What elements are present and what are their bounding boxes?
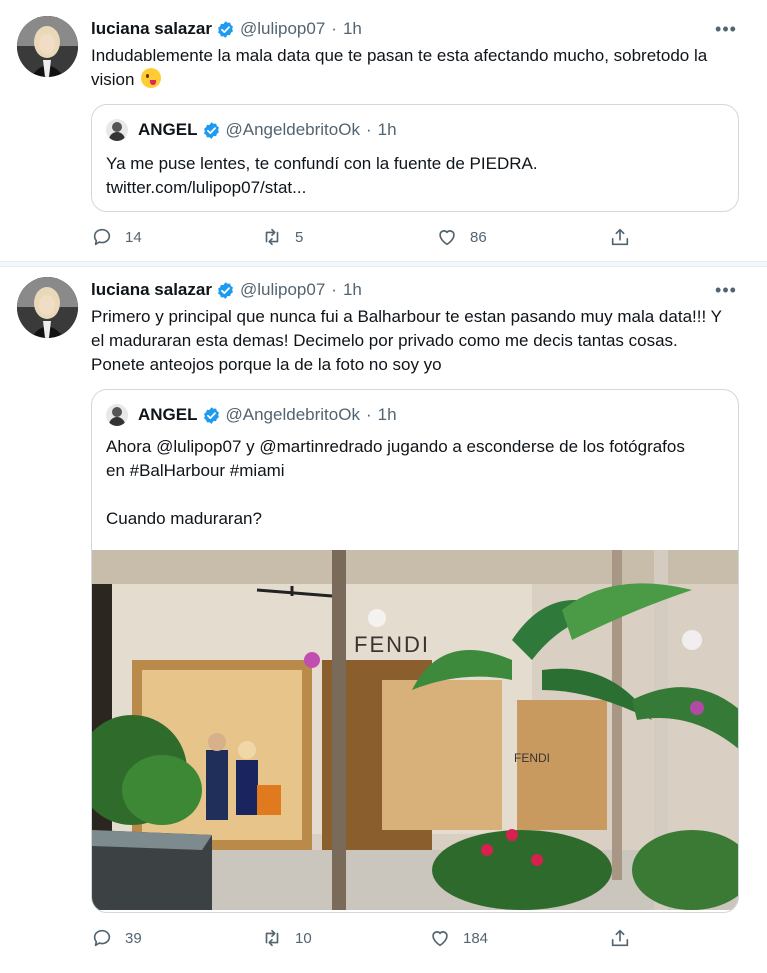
like-button[interactable]: 86 bbox=[436, 226, 487, 248]
winking-face-with-tongue-icon bbox=[141, 68, 162, 88]
quoted-tweet[interactable]: ANGEL @AngeldebritoOk · 1h Ya me puse le… bbox=[91, 104, 739, 212]
quoted-tweet[interactable]: ANGEL @AngeldebritoOk · 1h Ahora @lulipo… bbox=[91, 389, 739, 913]
more-options-icon[interactable]: ••• bbox=[711, 279, 741, 301]
quoted-tweet-photo[interactable]: FENDI FENDI bbox=[92, 550, 738, 910]
verified-badge-icon bbox=[218, 281, 233, 299]
avatar-photo bbox=[17, 277, 78, 338]
reply-button[interactable]: 39 bbox=[91, 927, 142, 949]
verified-badge-icon bbox=[203, 406, 219, 424]
tweet[interactable]: luciana salazar @lulipop07 · 1h ••• Indu… bbox=[0, 0, 767, 262]
quoted-tweet-text: Ya me puse lentes, te confundí con la fu… bbox=[106, 152, 726, 200]
quoted-timestamp: 1h bbox=[377, 405, 397, 424]
author-handle[interactable]: @lulipop07 bbox=[240, 19, 325, 39]
tweet-body: Indudablemente la mala data que te pasan… bbox=[91, 46, 708, 89]
author-handle[interactable]: @lulipop07 bbox=[240, 280, 325, 300]
storefront-photo: FENDI FENDI bbox=[92, 550, 738, 910]
fendi-sign-small: FENDI bbox=[514, 751, 550, 765]
reply-count: 39 bbox=[125, 929, 142, 947]
tweet[interactable]: luciana salazar @lulipop07 · 1h ••• Prim… bbox=[0, 266, 767, 973]
quoted-link[interactable]: twitter.com/lulipop07/stat... bbox=[106, 176, 726, 200]
fendi-sign: FENDI bbox=[354, 632, 430, 657]
quoted-author-name: ANGEL bbox=[138, 405, 198, 424]
tweet-actions: 39 10 184 bbox=[91, 927, 651, 951]
tweet-header: luciana salazar @lulipop07 · 1h bbox=[91, 18, 362, 40]
share-icon bbox=[611, 929, 629, 947]
heart-icon bbox=[439, 230, 455, 246]
heart-icon bbox=[432, 931, 448, 947]
quoted-text-line: Ahora @lulipop07 y @martinredrado jugand… bbox=[106, 437, 685, 480]
reply-count: 14 bbox=[125, 228, 142, 246]
quoted-avatar bbox=[106, 404, 128, 426]
tweet-text: Indudablemente la mala data que te pasan… bbox=[91, 44, 731, 92]
quoted-text-line: Cuando maduraran? bbox=[106, 509, 262, 528]
quoted-author-handle: @AngeldebritoOk bbox=[225, 405, 360, 424]
reply-button[interactable]: 14 bbox=[91, 226, 142, 248]
share-icon bbox=[611, 228, 629, 246]
share-button[interactable] bbox=[609, 927, 643, 949]
quoted-avatar bbox=[106, 119, 128, 141]
more-options-icon[interactable]: ••• bbox=[711, 18, 741, 40]
like-count: 184 bbox=[463, 929, 489, 947]
retweet-count: 10 bbox=[295, 929, 312, 947]
retweet-button[interactable]: 5 bbox=[261, 226, 303, 248]
retweet-count: 5 bbox=[295, 228, 304, 246]
share-button[interactable] bbox=[609, 226, 643, 248]
retweet-icon bbox=[265, 228, 279, 246]
tweet-actions: 14 5 86 bbox=[91, 226, 651, 250]
avatar[interactable] bbox=[17, 277, 78, 338]
separator-dot: · bbox=[331, 19, 337, 38]
reply-icon bbox=[93, 929, 111, 947]
like-button[interactable]: 184 bbox=[429, 927, 488, 949]
quoted-tweet-header: ANGEL @AngeldebritoOk · 1h bbox=[106, 404, 397, 426]
timestamp[interactable]: 1h bbox=[343, 19, 362, 39]
author-name[interactable]: luciana salazar bbox=[91, 19, 212, 39]
quoted-text-line: Ya me puse lentes, te confundí con la fu… bbox=[106, 154, 538, 173]
quoted-tweet-header: ANGEL @AngeldebritoOk · 1h bbox=[106, 119, 397, 141]
verified-badge-icon bbox=[218, 20, 233, 38]
separator-dot: · bbox=[331, 280, 337, 299]
quoted-timestamp: 1h bbox=[377, 120, 397, 139]
quoted-author-name: ANGEL bbox=[138, 120, 198, 139]
author-name[interactable]: luciana salazar bbox=[91, 280, 212, 300]
like-count: 86 bbox=[470, 228, 487, 246]
retweet-button[interactable]: 10 bbox=[261, 927, 312, 949]
quoted-tweet-text: Ahora @lulipop07 y @martinredrado jugand… bbox=[106, 435, 686, 531]
timestamp[interactable]: 1h bbox=[343, 280, 362, 300]
avatar[interactable] bbox=[17, 16, 78, 77]
retweet-icon bbox=[265, 929, 279, 947]
avatar-photo bbox=[17, 16, 78, 77]
tweet-text: Primero y principal que nunca fui a Balh… bbox=[91, 307, 722, 374]
tweet-header: luciana salazar @lulipop07 · 1h bbox=[91, 279, 362, 301]
reply-icon bbox=[93, 228, 111, 246]
separator-dot: · bbox=[365, 120, 372, 139]
verified-badge-icon bbox=[203, 121, 219, 139]
separator-dot: · bbox=[365, 405, 372, 424]
quoted-author-handle: @AngeldebritoOk bbox=[225, 120, 360, 139]
